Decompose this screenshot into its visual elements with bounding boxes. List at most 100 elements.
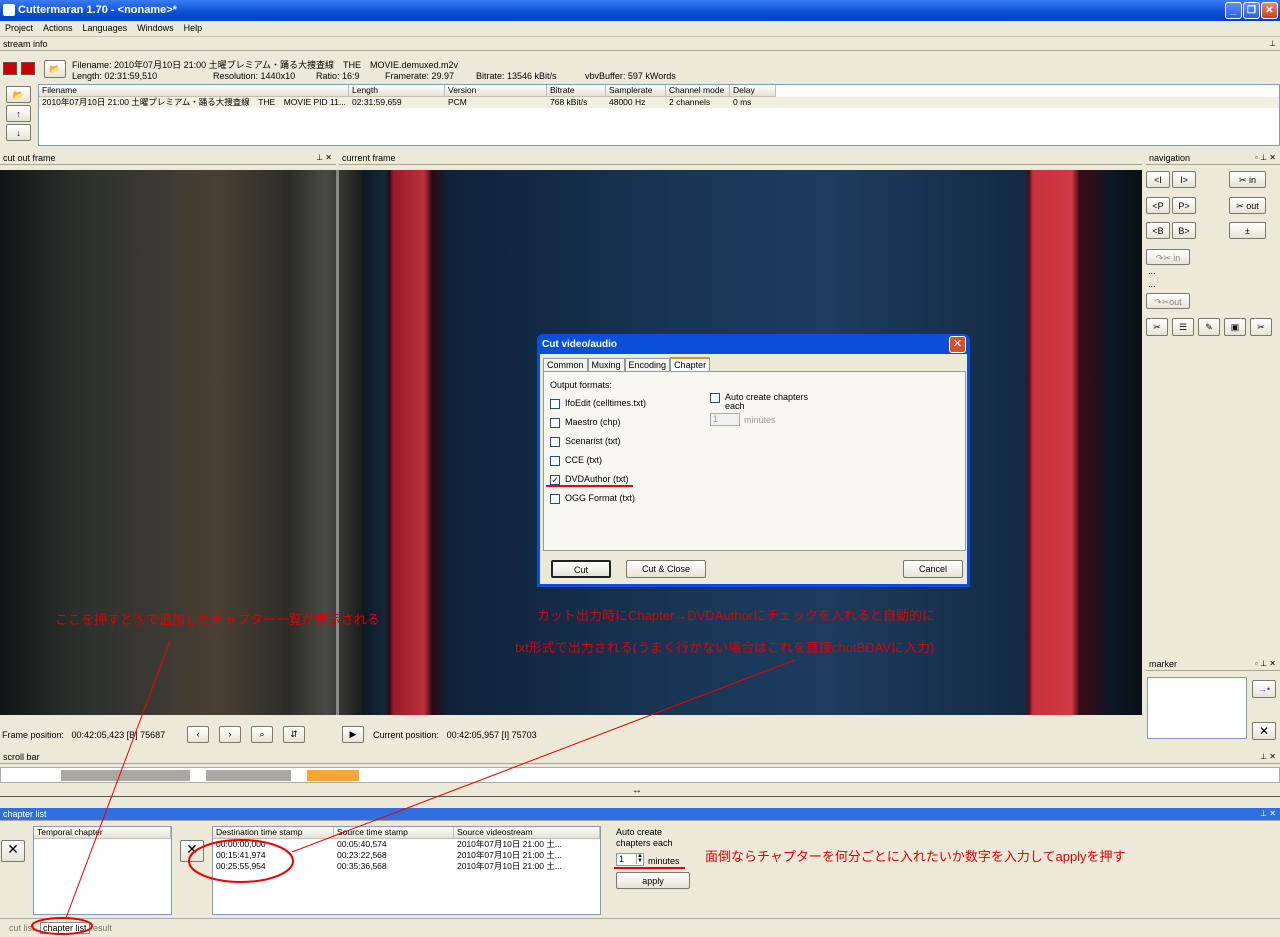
arrow-up-icon[interactable]: ↑ xyxy=(6,105,31,122)
chapter-list-header: chapter list ⊥ ✕ xyxy=(0,808,1280,821)
ifoedit-checkbox[interactable] xyxy=(550,398,560,409)
col-source-stream[interactable]: Source videostream xyxy=(454,827,600,839)
open-folder-icon[interactable]: 📂 xyxy=(44,60,66,78)
list-icon[interactable]: ☰ xyxy=(1172,318,1194,336)
col-bitrate[interactable]: Bitrate xyxy=(547,85,606,97)
cut-button[interactable]: Cut xyxy=(551,560,611,578)
cancel-button[interactable]: Cancel xyxy=(903,560,963,578)
delete-chapter-icon[interactable]: ✕ xyxy=(180,840,204,862)
cut-close-button[interactable]: Cut & Close xyxy=(626,560,706,578)
col-source-time[interactable]: Source time stamp xyxy=(334,827,454,839)
dvdauthor-checkbox[interactable]: ✓ xyxy=(550,474,560,485)
col-delay[interactable]: Delay xyxy=(730,85,776,97)
marker-list[interactable] xyxy=(1147,677,1247,739)
format-dvdauthor[interactable]: ✓ DVDAuthor (txt) xyxy=(550,474,629,485)
timeline-cursor-icon[interactable]: ↔ xyxy=(632,785,642,796)
format-ifoedit[interactable]: IfoEdit (celltimes.txt) xyxy=(550,398,646,409)
cut-icon[interactable]: ✂ xyxy=(1250,318,1272,336)
menu-project[interactable]: Project xyxy=(0,21,38,35)
format-scenarist[interactable]: Scenarist (txt) xyxy=(550,436,621,447)
close-button[interactable]: ✕ xyxy=(1261,2,1278,19)
edit-icon[interactable]: ✎ xyxy=(1198,318,1220,336)
timeline-track[interactable] xyxy=(0,767,1280,783)
prev-p-button[interactable]: <P xyxy=(1146,197,1170,214)
table-row[interactable]: 2010年07月10日 21:00 土曜プレミアム・踊る大捜査線 THE MOV… xyxy=(39,97,1279,108)
tab-common[interactable]: Common xyxy=(543,358,588,371)
prev-b-button[interactable]: <B xyxy=(1146,222,1170,239)
format-ogg[interactable]: OGG Format (txt) xyxy=(550,493,635,504)
cut-segment-selected[interactable] xyxy=(307,770,359,781)
audio-list[interactable]: Filename Length Version Bitrate Samplera… xyxy=(38,84,1280,146)
col-samplerate[interactable]: Samplerate xyxy=(606,85,666,97)
goto-out-button[interactable]: ↷✂out xyxy=(1146,293,1190,309)
delete-marker-icon[interactable]: ✕ xyxy=(1252,722,1276,740)
menu-actions[interactable]: Actions xyxy=(38,21,78,35)
chapter-table[interactable]: Destination time stamp Source time stamp… xyxy=(212,826,601,915)
table-row[interactable]: 00:15:41,974 00:23:22,568 2010年07月10日 21… xyxy=(213,850,600,861)
tab-chapter-list[interactable]: chapter list xyxy=(40,922,90,934)
zoom-icon[interactable]: ⌕ xyxy=(251,726,273,743)
tab-muxing[interactable]: Muxing xyxy=(587,358,625,371)
swap-frames-icon[interactable]: ⇵ xyxy=(283,726,305,743)
col-channel-mode[interactable]: Channel mode xyxy=(666,85,730,97)
play-button[interactable]: ▶ xyxy=(342,726,364,743)
col-destination[interactable]: Destination time stamp xyxy=(213,827,334,839)
maximize-button[interactable]: ❐ xyxy=(1243,2,1260,19)
col-filename[interactable]: Filename xyxy=(39,85,349,97)
frame-splitter[interactable] xyxy=(336,170,339,715)
col-temporal-chapter[interactable]: Temporal chapter xyxy=(34,827,171,839)
menu-help[interactable]: Help xyxy=(179,21,208,35)
prev-i-button[interactable]: <I xyxy=(1146,171,1170,188)
tab-result[interactable]: result xyxy=(90,923,112,933)
minutes-spinner[interactable]: 1 ▲ ▼ xyxy=(616,853,644,866)
cut-segment[interactable] xyxy=(206,770,291,781)
next-p-button[interactable]: P> xyxy=(1172,197,1196,214)
goto-in-button[interactable]: ↷✂ in xyxy=(1146,249,1190,265)
scissors-icon: ✂ xyxy=(1236,201,1244,211)
set-in-button[interactable]: ✂ in xyxy=(1229,171,1266,188)
delete-temporal-icon[interactable]: ✕ xyxy=(1,840,25,862)
apply-button[interactable]: apply xyxy=(616,872,690,889)
scenarist-checkbox[interactable] xyxy=(550,436,560,447)
maestro-checkbox[interactable] xyxy=(550,417,560,428)
table-row[interactable]: 00:00:00,000 00:05:40,574 2010年07月10日 21… xyxy=(213,839,600,850)
temporal-chapter-list[interactable]: Temporal chapter xyxy=(33,826,172,915)
format-maestro[interactable]: Maestro (chp) xyxy=(550,417,621,428)
pin-icon[interactable]: ⊥ xyxy=(1269,38,1276,50)
auto-create-checkbox[interactable] xyxy=(710,392,720,403)
col-version[interactable]: Version xyxy=(445,85,547,97)
dialog-minutes-spinner[interactable]: 1 xyxy=(710,413,740,426)
menu-languages[interactable]: Languages xyxy=(78,21,133,35)
add-cut-button[interactable]: ± xyxy=(1229,222,1266,239)
cce-checkbox[interactable] xyxy=(550,455,560,466)
monitor-icon[interactable]: ▣ xyxy=(1224,318,1246,336)
set-out-button[interactable]: ✂ out xyxy=(1229,197,1266,214)
ogg-checkbox[interactable] xyxy=(550,493,560,504)
pin-close-icon[interactable]: ⊥ ✕ xyxy=(1260,751,1276,763)
next-b-button[interactable]: B> xyxy=(1172,222,1196,239)
save-project-icon[interactable] xyxy=(21,62,35,75)
menu-windows[interactable]: Windows xyxy=(132,21,179,35)
col-length[interactable]: Length xyxy=(349,85,445,97)
pin-close-icon[interactable]: ⊥ ✕ xyxy=(1260,808,1276,820)
open-folder-icon[interactable]: 📂 xyxy=(6,86,31,103)
dialog-close-icon[interactable]: ✕ xyxy=(949,336,966,353)
tab-encoding[interactable]: Encoding xyxy=(624,358,671,371)
next-frame-button[interactable]: › xyxy=(219,726,241,743)
pin-close-icon[interactable]: ⊥ ✕ xyxy=(316,152,332,164)
scissors-icon[interactable]: ✂ xyxy=(1146,318,1168,336)
tab-chapter[interactable]: Chapter xyxy=(670,357,711,371)
open-project-icon[interactable] xyxy=(3,62,17,75)
format-cce[interactable]: CCE (txt) xyxy=(550,455,602,466)
tab-cut-list[interactable]: cut list xyxy=(9,923,35,933)
arrow-down-icon[interactable]: ↓ xyxy=(6,124,31,141)
next-i-button[interactable]: I> xyxy=(1172,171,1196,188)
table-row[interactable]: 00:25:55,954 00:35:36,568 2010年07月10日 21… xyxy=(213,861,600,872)
add-marker-icon[interactable]: →• xyxy=(1252,680,1276,698)
prev-frame-button[interactable]: ‹ xyxy=(187,726,209,743)
cut-segment[interactable] xyxy=(61,770,190,781)
auto-create-label: Auto create chapters each xyxy=(616,827,673,848)
pin-close-icon[interactable]: ▫ ⊥ ✕ xyxy=(1255,152,1276,164)
pin-close-icon[interactable]: ▫ ⊥ ✕ xyxy=(1255,658,1276,670)
minimize-button[interactable]: _ xyxy=(1225,2,1242,19)
